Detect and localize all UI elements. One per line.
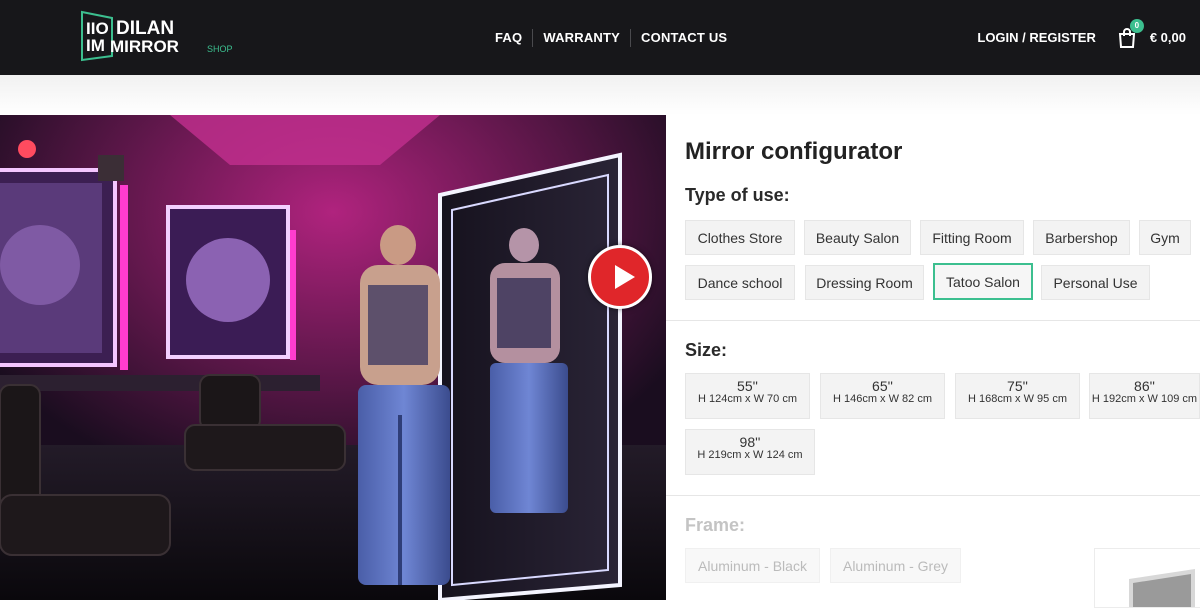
size-label: Size:	[685, 340, 728, 360]
header-actions: LOGIN / REGISTER 0 € 0,00	[977, 0, 1186, 75]
size-inch: 86''	[1134, 378, 1155, 394]
logo-text-mirror: MIRROR	[110, 37, 179, 56]
size-dimensions: H 146cm x W 82 cm	[832, 393, 933, 405]
type-option-gym[interactable]: Gym	[1139, 220, 1191, 255]
type-option-fitting-room[interactable]: Fitting Room	[920, 220, 1024, 255]
size-dimensions: H 219cm x W 124 cm	[697, 449, 803, 461]
size-option-75[interactable]: 75'' H 168cm x W 95 cm	[955, 373, 1080, 419]
frame-preview-image	[1129, 569, 1195, 607]
nav-faq[interactable]: FAQ	[485, 30, 532, 45]
nav-warranty[interactable]: WARRANTY	[533, 30, 630, 45]
type-option-personal-use[interactable]: Personal Use	[1041, 265, 1150, 300]
size-inch: 65''	[872, 378, 893, 394]
size-dimensions: H 124cm x W 70 cm	[697, 393, 798, 405]
frame-label: Frame:	[685, 515, 746, 535]
size-option-98[interactable]: 98'' H 219cm x W 124 cm	[685, 429, 815, 475]
site-header: IIO IM DILAN MIRROR SHOP FAQ WARRANTY CO…	[0, 0, 1200, 75]
type-option-barbershop[interactable]: Barbershop	[1033, 220, 1130, 255]
mirror-configurator: Mirror configurator Type of use: Clothes…	[666, 115, 1200, 608]
play-video-button[interactable]	[588, 245, 652, 309]
frame-option-aluminum-black[interactable]: Aluminum - Black	[685, 548, 820, 583]
type-of-use-label: Type of use:	[685, 185, 790, 205]
cart-button[interactable]: 0	[1116, 18, 1144, 49]
size-inch: 98''	[739, 434, 761, 450]
size-inch: 75''	[1007, 378, 1028, 394]
nav-contact-us[interactable]: CONTACT US	[631, 30, 737, 45]
type-option-tatoo-salon[interactable]: Tatoo Salon	[933, 263, 1033, 300]
size-option-55[interactable]: 55'' H 124cm x W 70 cm	[685, 373, 810, 419]
configurator-title: Mirror configurator	[685, 138, 903, 165]
logo-text-dilan: DILAN	[116, 18, 174, 39]
frame-preview-thumbnail	[1094, 548, 1200, 608]
size-inch: 55''	[737, 378, 758, 394]
site-logo[interactable]: IIO IM DILAN MIRROR SHOP	[80, 10, 240, 62]
size-dimensions: H 168cm x W 95 cm	[967, 393, 1068, 405]
size-dimensions: H 192cm x W 109 cm	[1091, 393, 1198, 405]
type-option-beauty-salon[interactable]: Beauty Salon	[804, 220, 911, 255]
type-option-dressing-room[interactable]: Dressing Room	[805, 265, 924, 300]
section-divider	[666, 320, 1200, 321]
main-nav: FAQ WARRANTY CONTACT US	[485, 0, 737, 75]
logo-text-shop: SHOP	[207, 44, 233, 54]
type-option-dance-school[interactable]: Dance school	[685, 265, 795, 300]
tattoo-salon-scene	[0, 115, 666, 600]
section-divider	[666, 495, 1200, 496]
size-option-86[interactable]: 86'' H 192cm x W 109 cm	[1089, 373, 1200, 419]
size-option-65[interactable]: 65'' H 146cm x W 82 cm	[820, 373, 945, 419]
cart-count-badge: 0	[1129, 18, 1144, 33]
header-shadow-strip	[0, 75, 1200, 115]
frame-option-aluminum-grey[interactable]: Aluminum - Grey	[830, 548, 961, 583]
product-image[interactable]	[0, 115, 666, 600]
logo-mark: IIO IM DILAN MIRROR SHOP	[81, 10, 233, 62]
type-option-clothes-store[interactable]: Clothes Store	[685, 220, 795, 255]
logo-line2-mark: IM	[86, 36, 105, 55]
cart-total[interactable]: € 0,00	[1150, 30, 1186, 45]
login-register-link[interactable]: LOGIN / REGISTER	[977, 30, 1095, 45]
